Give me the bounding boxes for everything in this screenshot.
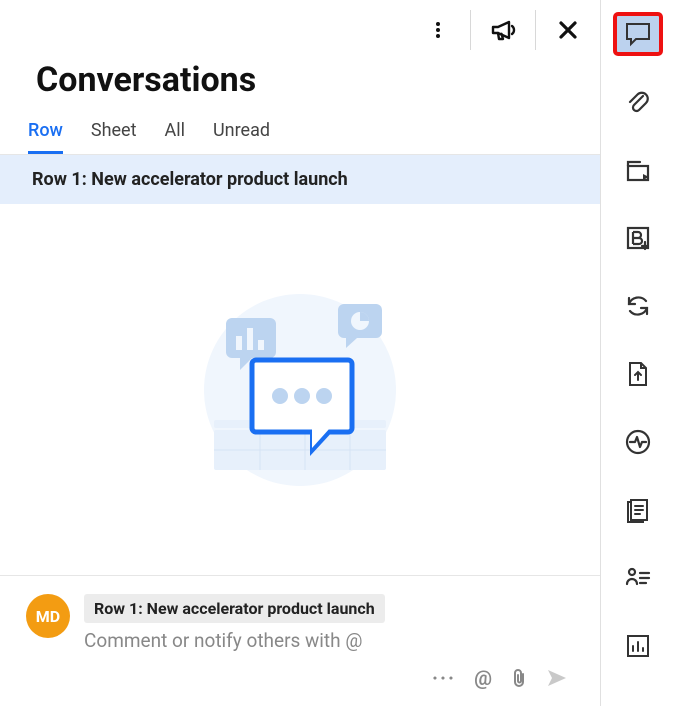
rail-resource-button[interactable] xyxy=(615,558,661,598)
rail-attachments-button[interactable] xyxy=(615,82,661,122)
composer-row-reference[interactable]: Row 1: New accelerator product launch xyxy=(84,594,385,623)
refresh-icon xyxy=(624,292,652,320)
more-actions-button[interactable] xyxy=(418,10,458,50)
rail-conversations-button[interactable] xyxy=(615,14,661,54)
comment-composer: MD Row 1: New accelerator product launch… xyxy=(0,575,600,706)
rail-upload-button[interactable] xyxy=(615,354,661,394)
conversation-scope-tabs: Row Sheet All Unread xyxy=(0,120,600,155)
proofing-icon xyxy=(624,157,652,183)
empty-state-illustration xyxy=(0,204,600,575)
rail-refresh-button[interactable] xyxy=(615,286,661,326)
panel-title: Conversations xyxy=(0,50,600,120)
chat-illustration-icon xyxy=(160,270,440,510)
panel-toolbar xyxy=(0,0,600,50)
send-icon xyxy=(546,668,568,688)
brandfolder-icon xyxy=(625,225,651,251)
kebab-icon xyxy=(428,20,448,40)
summary-icon xyxy=(625,496,651,524)
paperclip-icon xyxy=(510,668,528,688)
rail-summary-button[interactable] xyxy=(615,490,661,530)
rail-activity-button[interactable] xyxy=(615,422,661,462)
right-rail xyxy=(601,0,675,706)
comment-icon xyxy=(624,21,652,47)
composer-more-button[interactable]: ··· xyxy=(432,666,456,690)
close-icon xyxy=(557,19,579,41)
tab-sheet[interactable]: Sheet xyxy=(91,120,137,154)
people-icon xyxy=(624,567,652,589)
composer-toolbar: ··· @ xyxy=(26,652,582,694)
current-user-avatar: MD xyxy=(26,594,70,638)
divider xyxy=(470,10,471,50)
bar-chart-icon xyxy=(625,633,651,659)
attachment-icon xyxy=(624,88,652,116)
announce-button[interactable] xyxy=(483,10,523,50)
close-panel-button[interactable] xyxy=(548,10,588,50)
composer-mention-button[interactable]: @ xyxy=(474,666,492,690)
activity-icon xyxy=(624,428,652,456)
comment-input[interactable]: Comment or notify others with @ xyxy=(84,629,582,652)
selected-row-banner[interactable]: Row 1: New accelerator product launch xyxy=(0,155,600,204)
rail-chart-button[interactable] xyxy=(615,626,661,666)
tab-unread[interactable]: Unread xyxy=(213,120,270,154)
tab-all[interactable]: All xyxy=(165,120,186,154)
composer-attach-button[interactable] xyxy=(510,668,528,688)
rail-brandfolder-button[interactable] xyxy=(615,218,661,258)
file-upload-icon xyxy=(626,360,650,388)
divider xyxy=(535,10,536,50)
composer-send-button[interactable] xyxy=(546,668,568,688)
tab-row[interactable]: Row xyxy=(28,120,63,154)
rail-proofs-button[interactable] xyxy=(615,150,661,190)
megaphone-icon xyxy=(489,16,517,44)
conversations-panel: Conversations Row Sheet All Unread Row 1… xyxy=(0,0,601,706)
